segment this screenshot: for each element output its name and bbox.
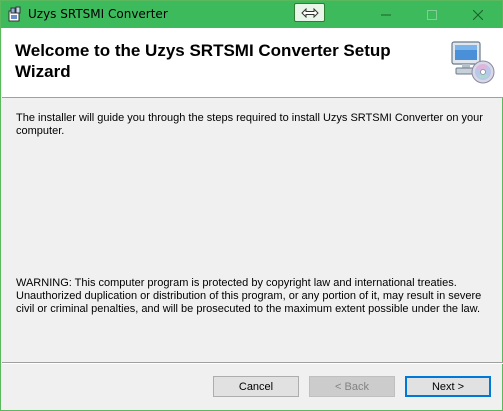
minimize-icon [381, 14, 391, 15]
close-icon [473, 9, 483, 20]
title-bar[interactable]: Uzys SRTSMI Converter [1, 1, 502, 28]
footer-divider [2, 362, 503, 364]
maximize-button[interactable] [409, 1, 455, 28]
wizard-title: Welcome to the Uzys SRTSMI Converter Set… [15, 41, 391, 81]
wizard-header: Welcome to the Uzys SRTSMI Converter Set… [2, 28, 503, 98]
computer-cd-icon [448, 38, 496, 86]
cancel-button[interactable]: Cancel [213, 376, 299, 397]
maximize-icon [427, 9, 437, 20]
installer-app-icon [7, 6, 23, 22]
setup-window: Uzys SRTSMI Converter Welcome to the Uzy… [0, 0, 503, 411]
double-arrow-icon [300, 7, 319, 18]
window-title: Uzys SRTSMI Converter [28, 7, 168, 21]
intro-text: The installer will guide you through the… [16, 112, 483, 137]
next-button[interactable]: Next > [405, 376, 491, 397]
resize-toggle-button[interactable] [294, 3, 325, 22]
back-button[interactable]: < Back [309, 376, 395, 397]
close-button[interactable] [455, 1, 501, 28]
minimize-button[interactable] [363, 1, 409, 28]
copyright-warning-text: WARNING: This computer program is protec… [16, 277, 482, 315]
